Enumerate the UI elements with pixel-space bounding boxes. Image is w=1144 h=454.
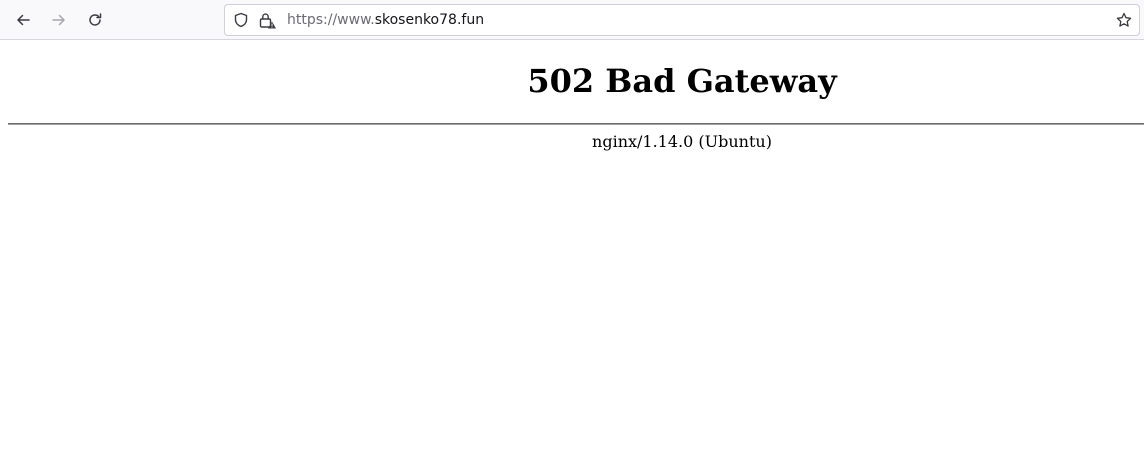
url-host: skosenko78.fun (374, 12, 485, 28)
back-button[interactable] (8, 5, 38, 35)
lock-warning-icon[interactable] (259, 12, 277, 29)
reload-icon (89, 13, 102, 26)
reload-button[interactable] (80, 5, 110, 35)
url-text[interactable]: https://www.skosenko78.fun (287, 11, 484, 29)
server-signature: nginx/1.14.0 (Ubuntu) (592, 132, 772, 151)
shield-icon[interactable] (233, 12, 249, 28)
star-icon[interactable] (1116, 12, 1132, 28)
arrow-left-icon (17, 14, 30, 26)
forward-button[interactable] (44, 5, 74, 35)
address-bar[interactable]: https://www.skosenko78.fun (224, 4, 1140, 36)
url-scheme: https://www. (287, 12, 375, 28)
page-content: 502 Bad Gateway nginx/1.14.0 (Ubuntu) (0, 41, 1144, 454)
divider (8, 123, 1144, 125)
arrow-right-icon (52, 14, 65, 26)
page-title: 502 Bad Gateway (527, 62, 837, 100)
browser-toolbar: https://www.skosenko78.fun (0, 0, 1144, 40)
